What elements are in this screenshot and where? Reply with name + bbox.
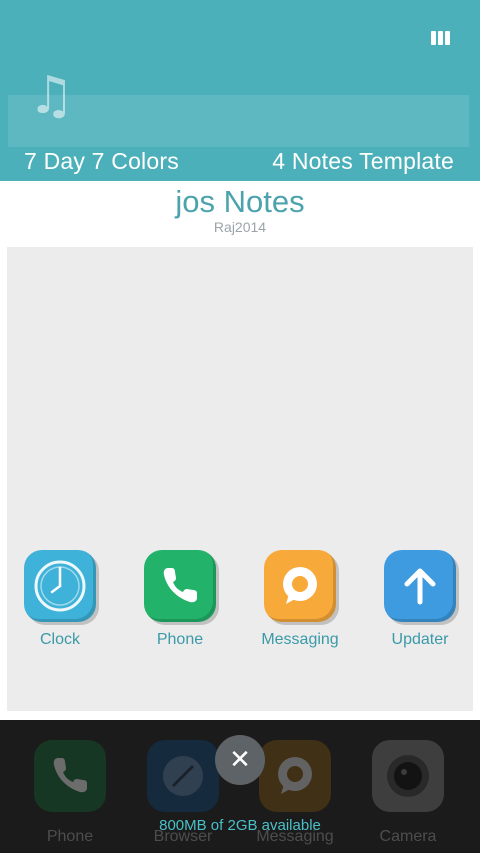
message-icon[interactable]	[259, 740, 331, 812]
message-icon[interactable]	[264, 550, 336, 622]
app-label: Phone	[156, 631, 204, 648]
browser-icon[interactable]	[147, 740, 219, 812]
page-subtitle: Raj2014	[213, 219, 267, 235]
phone-icon[interactable]	[144, 550, 216, 622]
app-label: Messaging	[261, 631, 339, 648]
page-title: jos Notes	[175, 184, 305, 219]
app-label: Updater	[391, 631, 449, 648]
header-banner: ♫ 7 Day 7 Colors 4 Notes Template	[0, 0, 480, 181]
header-right-label: 4 Notes Template	[272, 148, 454, 174]
camera-icon[interactable]	[372, 740, 444, 812]
header-left-label: 7 Day 7 Colors	[24, 148, 179, 174]
app-phone[interactable]: Phone	[120, 550, 240, 649]
phone-icon[interactable]	[34, 740, 106, 812]
music-note-icon[interactable]: ♫	[28, 66, 75, 126]
app-messaging[interactable]: Messaging	[240, 550, 360, 649]
app-clock[interactable]: Clock	[0, 550, 120, 649]
clock-icon[interactable]	[24, 550, 96, 622]
music-widget-strip[interactable]	[8, 95, 469, 147]
arrow-up-icon[interactable]	[384, 550, 456, 622]
close-recents-button[interactable]: ✕	[215, 735, 265, 785]
grid-menu-icon[interactable]	[431, 31, 450, 45]
memory-status: 800MB of 2GB available	[159, 817, 321, 834]
close-icon: ✕	[229, 745, 251, 775]
app-label: Clock	[39, 631, 80, 648]
app-updater[interactable]: Updater	[360, 550, 480, 649]
